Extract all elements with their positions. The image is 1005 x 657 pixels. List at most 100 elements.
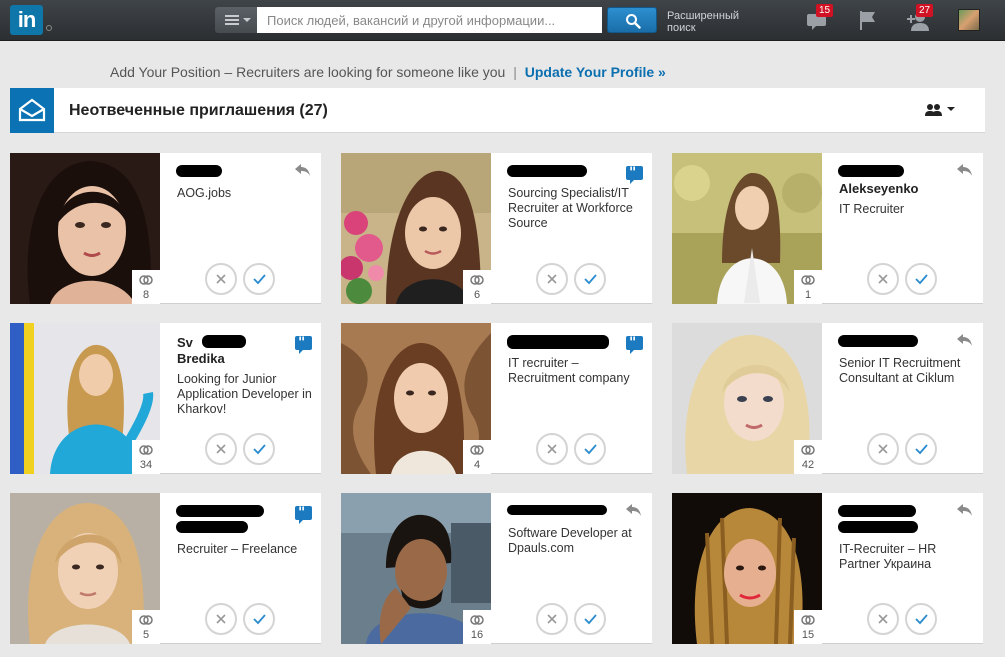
- member-headline: Sourcing Specialist/IT Recruiter at Work…: [508, 186, 633, 230]
- reply-icon[interactable]: [956, 333, 974, 347]
- shared-connections[interactable]: 5: [132, 610, 160, 644]
- connection-count: 16: [470, 629, 484, 641]
- checkmark-icon: [253, 444, 266, 455]
- connection-count: 1: [804, 289, 812, 301]
- profile-banner: Add Your Position – Recruiters are looki…: [110, 64, 666, 80]
- messages-count-badge: 15: [816, 4, 834, 17]
- member-headline: Senior IT Recruitment Consultant at Cikl…: [839, 356, 961, 385]
- invitation-card: 6 Sourcing Specialist/IT Recruiter at Wo…: [341, 153, 652, 304]
- connections-icon: [139, 445, 153, 455]
- redacted-name: [176, 165, 222, 177]
- top-navigation-bar: in Расширенный поиск 15 27: [0, 0, 1005, 41]
- connections-icon: [139, 275, 153, 285]
- accept-button[interactable]: [243, 433, 275, 465]
- invitations-header: Неотвеченные приглашения (27): [10, 88, 985, 133]
- ignore-button[interactable]: [536, 603, 568, 635]
- search-button[interactable]: [607, 7, 657, 33]
- messages-button[interactable]: 15: [806, 4, 834, 37]
- connections-icon: [470, 275, 484, 285]
- invitation-card: 1 Alekseyenko IT Recruiter: [672, 153, 983, 304]
- ignore-button[interactable]: [536, 433, 568, 465]
- banner-separator: |: [513, 64, 517, 80]
- redacted-name: [176, 505, 264, 517]
- close-icon: [547, 444, 557, 454]
- close-icon: [216, 274, 226, 284]
- member-headline: IT recruiter – Recruitment company: [508, 356, 630, 385]
- ignore-button[interactable]: [867, 263, 899, 295]
- ignore-button[interactable]: [205, 263, 237, 295]
- close-icon: [878, 614, 888, 624]
- checkmark-icon: [915, 614, 928, 625]
- linkedin-logo[interactable]: in: [10, 5, 43, 35]
- connection-count: 42: [801, 459, 815, 471]
- shared-connections[interactable]: 34: [132, 440, 160, 474]
- close-icon: [216, 444, 226, 454]
- checkmark-icon: [253, 274, 266, 285]
- member-headline: IT Recruiter: [839, 202, 905, 216]
- advanced-search-link[interactable]: Расширенный поиск: [667, 10, 757, 34]
- reply-icon[interactable]: [625, 503, 643, 517]
- ignore-button[interactable]: [867, 433, 899, 465]
- invitation-card: 34 Sv Bredika Looking for Junior Applica…: [10, 323, 321, 474]
- reply-icon[interactable]: [956, 503, 974, 517]
- search-input[interactable]: [257, 7, 602, 33]
- accept-button[interactable]: [905, 263, 937, 295]
- profile-avatar[interactable]: [958, 9, 980, 31]
- redacted-name: [838, 521, 918, 533]
- invitation-card: 42 Senior IT Recruitment Consultant at C…: [672, 323, 983, 474]
- accept-button[interactable]: [574, 603, 606, 635]
- shared-connections[interactable]: 4: [463, 440, 491, 474]
- redacted-name: [507, 165, 587, 177]
- invitations-count-badge: 27: [916, 4, 934, 17]
- reply-icon[interactable]: [294, 163, 312, 177]
- close-icon: [547, 274, 557, 284]
- ignore-button[interactable]: [205, 433, 237, 465]
- connection-count: 34: [139, 459, 153, 471]
- connection-count: 6: [473, 289, 481, 301]
- update-profile-link[interactable]: Update Your Profile »: [525, 64, 666, 80]
- people-filter-icon: [925, 104, 955, 116]
- accept-button[interactable]: [243, 603, 275, 635]
- member-headline: Software Developer at Dpauls.com: [508, 526, 632, 555]
- accept-button[interactable]: [243, 263, 275, 295]
- message-icon[interactable]: ": [295, 335, 312, 354]
- accept-button[interactable]: [905, 433, 937, 465]
- message-icon[interactable]: ": [626, 165, 643, 184]
- shared-connections[interactable]: 6: [463, 270, 491, 304]
- member-headline: IT-Recruiter – HR Partner Украина: [839, 542, 937, 571]
- page-title: Неотвеченные приглашения (27): [69, 102, 328, 119]
- invitations-button[interactable]: 27: [906, 4, 934, 37]
- member-headline: AOG.jobs: [177, 186, 232, 200]
- close-icon: [878, 274, 888, 284]
- accept-button[interactable]: [574, 433, 606, 465]
- member-name-fragment[interactable]: Sv: [177, 335, 193, 350]
- redacted-name: [202, 335, 246, 348]
- search-category-menu-button[interactable]: [215, 7, 257, 33]
- message-icon[interactable]: ": [295, 505, 312, 524]
- invitation-card: 5 Recruiter – Freelance ": [10, 493, 321, 644]
- ignore-button[interactable]: [867, 603, 899, 635]
- message-icon[interactable]: ": [626, 335, 643, 354]
- close-icon: [878, 444, 888, 454]
- shared-connections[interactable]: 15: [794, 610, 822, 644]
- shared-connections[interactable]: 42: [794, 440, 822, 474]
- connections-icon: [139, 615, 153, 625]
- reply-icon[interactable]: [956, 163, 974, 177]
- filter-people-dropdown[interactable]: [925, 103, 957, 122]
- ignore-button[interactable]: [536, 263, 568, 295]
- shared-connections[interactable]: 8: [132, 270, 160, 304]
- search-icon: [626, 14, 641, 29]
- accept-button[interactable]: [574, 263, 606, 295]
- connections-icon: [801, 275, 815, 285]
- connection-count: 5: [142, 629, 150, 641]
- shared-connections[interactable]: 16: [463, 610, 491, 644]
- checkmark-icon: [584, 614, 597, 625]
- shared-connections[interactable]: 1: [794, 270, 822, 304]
- member-name-fragment[interactable]: Bredika: [177, 351, 225, 366]
- member-name-fragment[interactable]: Alekseyenko: [839, 181, 919, 196]
- invitation-card: 4 IT recruiter – Recruitment company ": [341, 323, 652, 474]
- notifications-button[interactable]: [857, 8, 879, 37]
- ignore-button[interactable]: [205, 603, 237, 635]
- accept-button[interactable]: [905, 603, 937, 635]
- invitation-card: 15 IT-Recruiter – HR Partner Украина: [672, 493, 983, 644]
